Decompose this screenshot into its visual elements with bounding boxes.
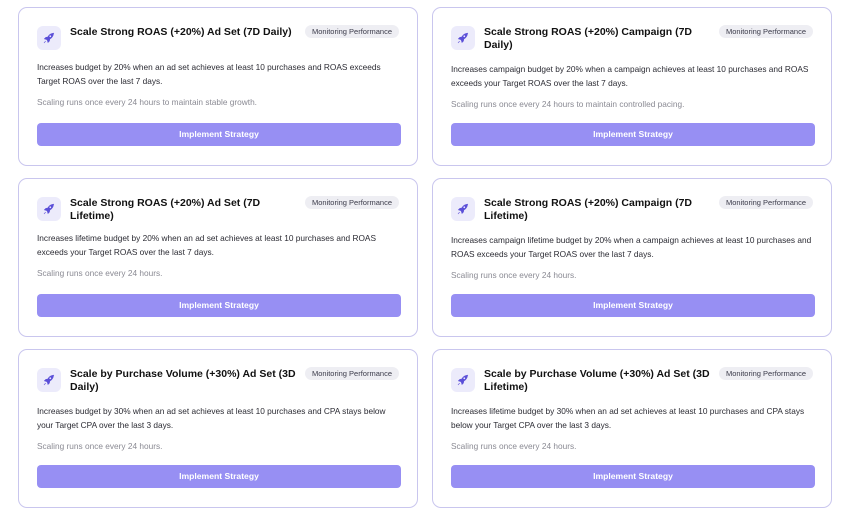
implement-strategy-button[interactable]: Implement Strategy bbox=[37, 465, 401, 488]
strategy-card: Scale Strong ROAS (+20%) Ad Set (7D Dail… bbox=[18, 7, 418, 166]
card-title: Scale Strong ROAS (+20%) Campaign (7D Da… bbox=[484, 26, 693, 51]
strategy-card: Scale by Purchase Volume (+30%) Ad Set (… bbox=[18, 349, 418, 508]
status-badge: Monitoring Performance bbox=[718, 196, 813, 209]
card-description: Increases budget by 20% when an ad set a… bbox=[37, 62, 381, 86]
strategy-card: Scale Strong ROAS (+20%) Campaign (7D Da… bbox=[432, 7, 832, 166]
card-title: Scale Strong ROAS (+20%) Campaign (7D Li… bbox=[484, 197, 693, 222]
card-note: Scaling runs once every 24 hours to main… bbox=[37, 97, 257, 107]
rocket-icon bbox=[37, 197, 61, 221]
card-title: Scale by Purchase Volume (+30%) Ad Set (… bbox=[484, 368, 710, 393]
card-title: Scale by Purchase Volume (+30%) Ad Set (… bbox=[70, 368, 296, 393]
rocket-icon bbox=[451, 26, 475, 50]
card-description: Increases budget by 30% when an ad set a… bbox=[37, 406, 386, 430]
strategy-card: Scale by Purchase Volume (+30%) Ad Set (… bbox=[432, 349, 832, 508]
card-note: Scaling runs once every 24 hours. bbox=[451, 270, 577, 280]
status-badge: Monitoring Performance bbox=[718, 25, 813, 38]
card-description: Increases campaign lifetime budget by 20… bbox=[451, 235, 812, 259]
card-description: Increases lifetime budget by 20% when an… bbox=[37, 233, 376, 257]
card-title: Scale Strong ROAS (+20%) Ad Set (7D Life… bbox=[70, 197, 261, 222]
strategy-grid: Scale Strong ROAS (+20%) Ad Set (7D Dail… bbox=[0, 0, 848, 517]
status-badge: Monitoring Performance bbox=[304, 25, 399, 38]
implement-strategy-button[interactable]: Implement Strategy bbox=[37, 294, 401, 317]
card-note: Scaling runs once every 24 hours. bbox=[37, 268, 163, 278]
card-note: Scaling runs once every 24 hours. bbox=[37, 441, 163, 451]
card-note: Scaling runs once every 24 hours. bbox=[451, 441, 577, 451]
card-description: Increases campaign budget by 20% when a … bbox=[451, 64, 809, 88]
rocket-icon bbox=[37, 368, 61, 392]
strategy-card: Scale Strong ROAS (+20%) Campaign (7D Li… bbox=[432, 178, 832, 337]
implement-strategy-button[interactable]: Implement Strategy bbox=[37, 123, 401, 146]
implement-strategy-button[interactable]: Implement Strategy bbox=[451, 294, 815, 317]
status-badge: Monitoring Performance bbox=[718, 367, 813, 380]
card-description: Increases lifetime budget by 30% when an… bbox=[451, 406, 805, 430]
card-note: Scaling runs once every 24 hours to main… bbox=[451, 99, 685, 109]
status-badge: Monitoring Performance bbox=[304, 367, 399, 380]
implement-strategy-button[interactable]: Implement Strategy bbox=[451, 465, 815, 488]
implement-strategy-button[interactable]: Implement Strategy bbox=[451, 123, 815, 146]
rocket-icon bbox=[451, 197, 475, 221]
rocket-icon bbox=[451, 368, 475, 392]
status-badge: Monitoring Performance bbox=[304, 196, 399, 209]
strategy-card: Scale Strong ROAS (+20%) Ad Set (7D Life… bbox=[18, 178, 418, 337]
rocket-icon bbox=[37, 26, 61, 50]
card-title: Scale Strong ROAS (+20%) Ad Set (7D Dail… bbox=[70, 26, 292, 38]
